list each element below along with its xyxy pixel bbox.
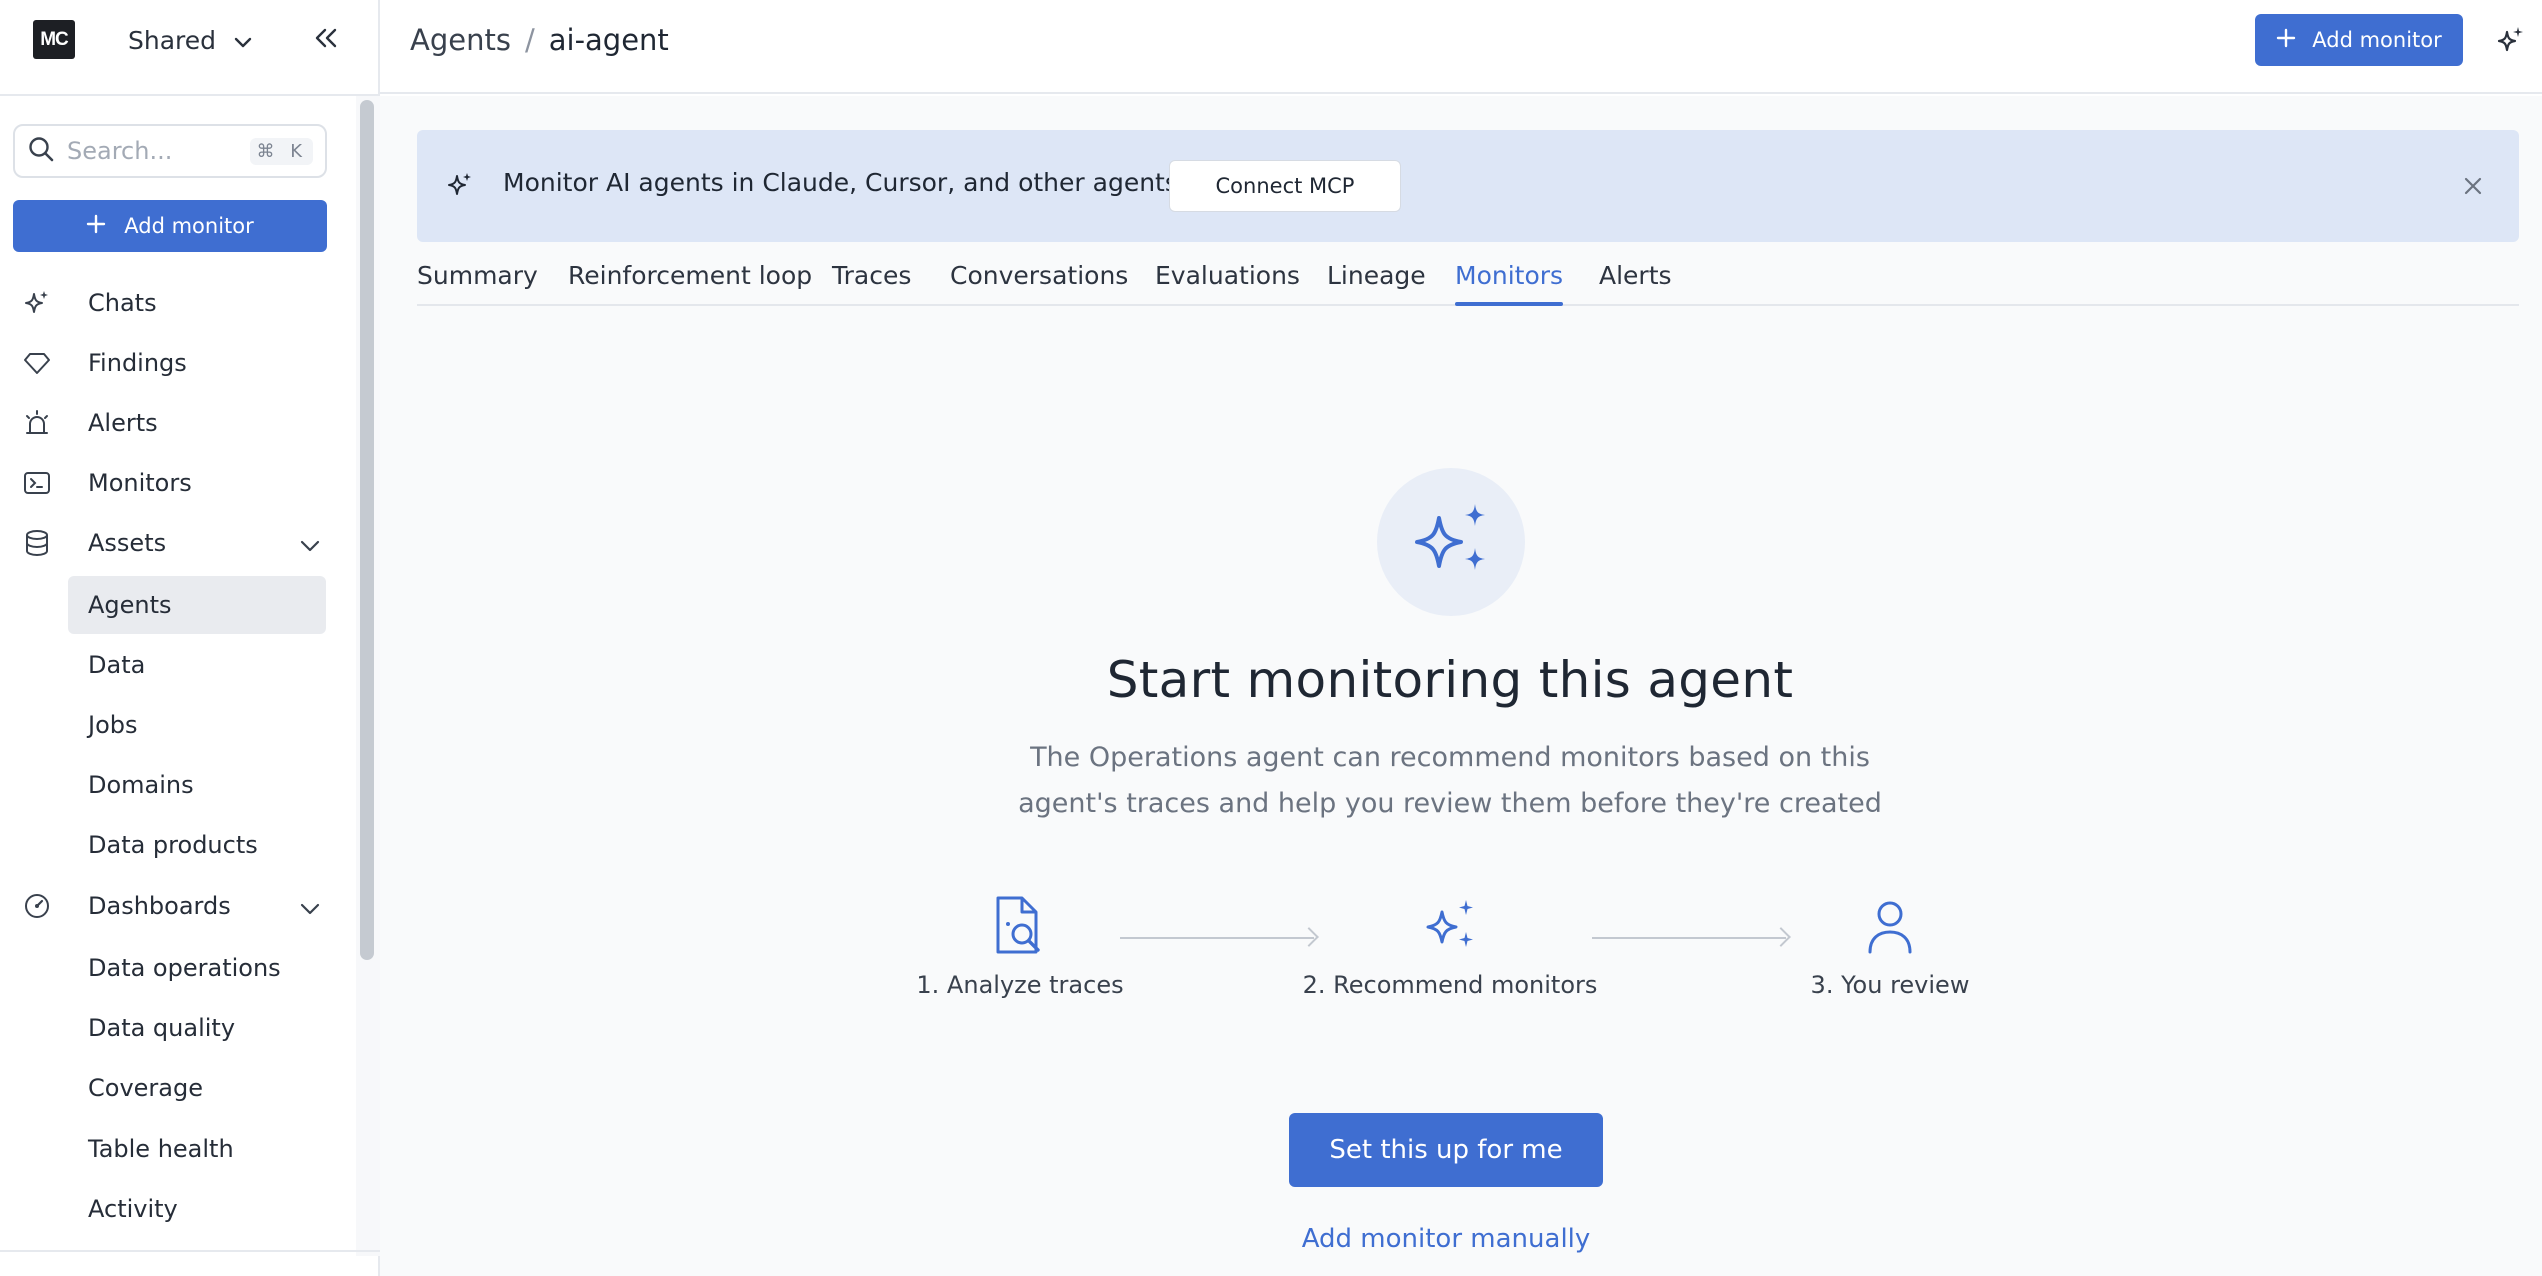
sparkles-icon <box>1280 891 1620 961</box>
document-search-icon <box>900 891 1140 961</box>
empty-state-illustration <box>1377 468 1525 616</box>
header-add-monitor-label: Add monitor <box>2312 28 2442 52</box>
top-bar: Agents / ai-agent Add monitor <box>380 0 2542 94</box>
sidebar-header: MC Shared <box>0 0 380 94</box>
breadcrumb-separator: / <box>524 23 535 57</box>
sidebar-item-label: Chats <box>88 289 157 317</box>
step-recommend-monitors: 2. Recommend monitors <box>1280 891 1620 999</box>
database-icon <box>22 528 52 558</box>
sidebar-item-data[interactable]: Data <box>68 636 326 694</box>
banner-text: Monitor AI agents in Claude, Cursor, and… <box>503 168 1178 197</box>
tab-reinforcement-loop[interactable]: Reinforcement loop <box>568 246 812 304</box>
breadcrumb: Agents / ai-agent <box>410 20 669 60</box>
sidebar-item-label: Findings <box>88 349 187 377</box>
step-label: 3. You review <box>1810 971 1970 999</box>
chevron-down-icon[interactable] <box>300 530 320 558</box>
mcp-banner: Monitor AI agents in Claude, Cursor, and… <box>417 130 2519 242</box>
sidebar-item-data-quality[interactable]: Data quality <box>68 999 326 1057</box>
connect-mcp-button[interactable]: Connect MCP <box>1169 160 1401 212</box>
app-window: MC Shared ⌘ K Add monitor <box>0 0 2542 1276</box>
user-icon <box>1790 891 1990 961</box>
breadcrumb-current: ai-agent <box>548 23 669 57</box>
sidebar-item-data-operations[interactable]: Data operations <box>68 939 326 997</box>
empty-state-title: Start monitoring this agent <box>1106 651 1794 709</box>
sidebar-item-table-health[interactable]: Table health <box>68 1120 326 1178</box>
chevron-down-icon[interactable] <box>300 893 320 921</box>
ai-assistant-icon[interactable] <box>2490 20 2530 60</box>
tab-evaluations[interactable]: Evaluations <box>1155 246 1300 304</box>
tab-traces[interactable]: Traces <box>832 246 911 304</box>
workspace-switcher[interactable]: Shared <box>128 22 252 58</box>
step-you-review: 3. You review <box>1790 891 1990 999</box>
add-monitor-manually-link[interactable]: Add monitor manually <box>380 1224 2512 1254</box>
sidebar-item-findings[interactable]: Findings <box>22 334 332 392</box>
close-icon[interactable] <box>2457 170 2489 202</box>
sidebar-item-label: Monitors <box>88 469 192 497</box>
empty-state-subtitle-line1: The Operations agent can recommend monit… <box>1030 742 1870 773</box>
sidebar-item-coverage[interactable]: Coverage <box>68 1059 326 1117</box>
sidebar-item-label: Dashboards <box>88 892 231 920</box>
terminal-icon <box>22 468 52 498</box>
tab-lineage[interactable]: Lineage <box>1327 246 1426 304</box>
sidebar-footer-divider <box>0 1250 380 1252</box>
sidebar-item-chats[interactable]: Chats <box>22 274 332 332</box>
tab-summary[interactable]: Summary <box>417 246 538 304</box>
app-logo[interactable]: MC <box>33 20 75 59</box>
tab-alerts[interactable]: Alerts <box>1599 246 1672 304</box>
set-this-up-button[interactable]: Set this up for me <box>1289 1113 1603 1187</box>
sidebar-item-assets[interactable]: Assets <box>22 514 332 572</box>
collapse-sidebar-icon[interactable] <box>308 20 344 56</box>
step-label: 2. Recommend monitors <box>1302 971 1598 999</box>
sidebar-item-monitors[interactable]: Monitors <box>22 454 332 512</box>
sidebar-item-activity[interactable]: Activity <box>68 1180 326 1238</box>
sidebar-item-label: Assets <box>88 529 167 557</box>
search-icon <box>27 135 55 167</box>
sidebar-item-data-products[interactable]: Data products <box>68 816 326 874</box>
plus-icon <box>2276 28 2296 53</box>
chevron-down-icon <box>234 26 252 55</box>
sidebar-item-alerts[interactable]: Alerts <box>22 394 332 452</box>
sidebar-item-domains[interactable]: Domains <box>68 756 326 814</box>
tab-monitors[interactable]: Monitors <box>1455 246 1564 306</box>
sidebar-scrollbar-thumb[interactable] <box>360 100 374 960</box>
gauge-icon <box>22 891 52 921</box>
sidebar-item-label: Alerts <box>88 409 158 437</box>
step-label: 1. Analyze traces <box>916 971 1124 999</box>
workspace-name: Shared <box>128 25 217 55</box>
agent-tabs: Summary Reinforcement loop Traces Conver… <box>417 246 2519 306</box>
step-analyze-traces: 1. Analyze traces <box>900 891 1140 999</box>
search-shortcut-badge: ⌘ K <box>250 137 313 165</box>
sidebar-add-monitor-label: Add monitor <box>124 214 254 238</box>
step-arrow <box>1592 937 1786 939</box>
siren-icon <box>22 408 52 438</box>
empty-state-subtitle-line2: agent's traces and help you review them … <box>1018 788 1882 819</box>
header-add-monitor-button[interactable]: Add monitor <box>2255 14 2463 66</box>
plus-icon <box>86 214 106 239</box>
sidebar-item-dashboards[interactable]: Dashboards <box>22 877 332 935</box>
sparkle-icon <box>22 288 52 318</box>
sidebar-divider <box>0 94 380 96</box>
sparkle-icon <box>445 170 475 204</box>
breadcrumb-agents-link[interactable]: Agents <box>410 23 511 57</box>
sparkles-icon <box>1403 492 1499 592</box>
sidebar: MC Shared ⌘ K Add monitor <box>0 0 380 1276</box>
diamond-icon <box>22 348 52 378</box>
main-content: Monitor AI agents in Claude, Cursor, and… <box>380 96 2542 1276</box>
sidebar-add-monitor-button[interactable]: Add monitor <box>13 200 327 252</box>
search-input[interactable] <box>67 137 251 165</box>
tab-conversations[interactable]: Conversations <box>950 246 1128 304</box>
sidebar-search[interactable]: ⌘ K <box>13 124 327 178</box>
sidebar-item-agents[interactable]: Agents <box>68 576 326 634</box>
sidebar-item-jobs[interactable]: Jobs <box>68 696 326 754</box>
